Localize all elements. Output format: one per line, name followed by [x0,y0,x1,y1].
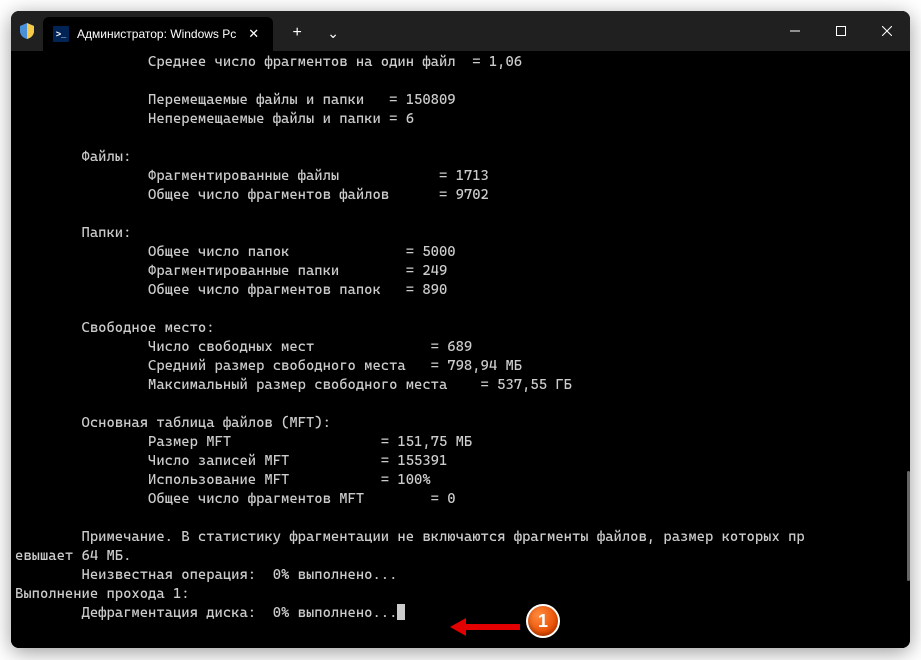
window-close-button[interactable] [864,11,910,51]
window-controls [772,11,910,51]
powershell-icon: >_ [53,26,69,42]
admin-shield-icon [11,11,43,51]
terminal-output[interactable]: Среднее число фрагментов на один файл = … [11,51,907,648]
tab-title: Администратор: Windows Pc [77,27,236,41]
text-cursor [397,604,405,620]
maximize-button[interactable] [818,11,864,51]
active-tab[interactable]: >_ Администратор: Windows Pc ✕ [43,17,273,51]
tab-dropdown-button[interactable]: ⌄ [317,17,349,49]
tab-close-button[interactable]: ✕ [244,24,263,44]
scrollbar-thumb[interactable] [907,471,910,581]
tab-actions: + ⌄ [273,11,349,51]
minimize-button[interactable] [772,11,818,51]
titlebar-drag-area[interactable] [349,11,772,51]
terminal-window: >_ Администратор: Windows Pc ✕ + ⌄ Средн… [11,11,910,648]
titlebar: >_ Администратор: Windows Pc ✕ + ⌄ [11,11,910,51]
scrollbar-track[interactable] [907,51,910,648]
new-tab-button[interactable]: + [281,17,313,49]
